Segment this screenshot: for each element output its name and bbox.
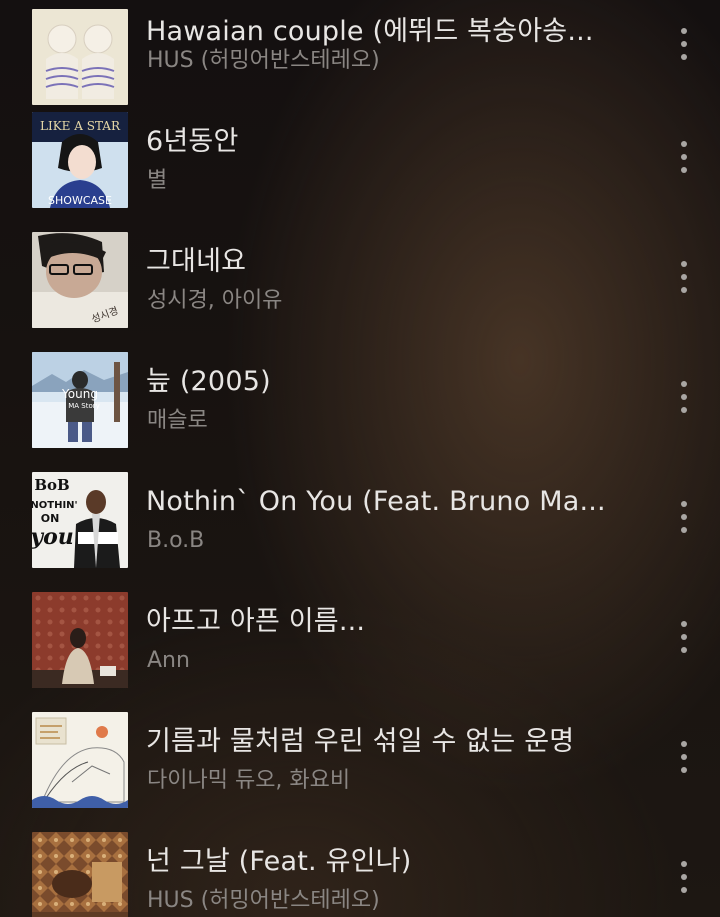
more-options-icon[interactable]: [668, 737, 700, 777]
track-title: Nothin` On You (Feat. Bruno Ma...: [146, 486, 606, 517]
album-art-ann: [32, 592, 128, 688]
track-artist: Ann: [147, 648, 190, 673]
track-row[interactable]: 아프고 아픈 이름... Ann: [0, 587, 720, 707]
more-options-icon[interactable]: [668, 137, 700, 177]
album-art-text: NOTHIN': [32, 500, 78, 511]
track-title: 넌 그날 (Feat. 유인나): [146, 846, 412, 877]
track-row[interactable]: 넌 그날 (Feat. 유인나) HUS (허밍어반스테레오): [0, 827, 720, 917]
track-artist: HUS (허밍어반스테레오): [147, 888, 380, 913]
album-art-young-ma-story: Young MA Story: [32, 352, 128, 448]
album-art-showcase: LIKE A STAR SHOWCASE: [32, 112, 128, 208]
more-options-icon[interactable]: [668, 257, 700, 297]
album-art-nothin-on-you: BoB NOTHIN' ON you: [32, 472, 128, 568]
track-artist: 다이나믹 듀오, 화요비: [147, 768, 351, 793]
track-row[interactable]: Young MA Story 늪 (2005) 매슬로: [0, 347, 720, 467]
track-title: 6년동안: [146, 126, 239, 157]
track-title: 아프고 아픈 이름...: [146, 606, 366, 637]
track-artist: HUS (허밍어반스테레오): [147, 48, 380, 73]
album-art-hus: [32, 832, 128, 917]
album-art-text: LIKE A STAR: [40, 119, 121, 133]
album-art-text: Young: [61, 387, 98, 401]
more-options-icon[interactable]: [668, 377, 700, 417]
more-options-icon[interactable]: [668, 497, 700, 537]
track-title: Hawaian couple (에뛰드 복숭아송...: [146, 16, 594, 47]
more-options-icon[interactable]: [668, 617, 700, 657]
track-row[interactable]: BoB NOTHIN' ON you Nothin` On You (Feat.…: [0, 467, 720, 587]
track-row[interactable]: Hawaian couple (에뛰드 복숭아송... HUS (허밍어반스테레…: [0, 0, 720, 107]
album-art-sung-si-kyung: 성시경: [32, 232, 128, 328]
track-row[interactable]: LIKE A STAR SHOWCASE 6년동안 별: [0, 107, 720, 227]
track-title: 그대네요: [146, 246, 247, 277]
track-row[interactable]: 기름과 물처럼 우린 섞일 수 없는 운명 다이나믹 듀오, 화요비: [0, 707, 720, 827]
track-artist: 매슬로: [147, 408, 208, 433]
track-artist: 별: [147, 168, 168, 193]
album-art-text: you: [32, 524, 74, 550]
album-art-text: SHOWCASE: [48, 194, 112, 207]
track-title: 기름과 물처럼 우린 섞일 수 없는 운명: [146, 726, 575, 757]
album-art-text: MA Story: [68, 402, 100, 410]
track-list: Hawaian couple (에뛰드 복숭아송... HUS (허밍어반스테레…: [0, 0, 720, 917]
album-art-text: BoB: [34, 476, 69, 494]
track-artist: 성시경, 아이유: [147, 288, 283, 313]
track-row[interactable]: 성시경 그대네요 성시경, 아이유: [0, 227, 720, 347]
album-art-hawaian-couple: [32, 9, 128, 105]
track-artist: B.o.B: [147, 528, 205, 553]
album-art-dynamic-duo: [32, 712, 128, 808]
more-options-icon[interactable]: [668, 24, 700, 64]
track-title: 늪 (2005): [146, 366, 271, 397]
more-options-icon[interactable]: [668, 857, 700, 897]
